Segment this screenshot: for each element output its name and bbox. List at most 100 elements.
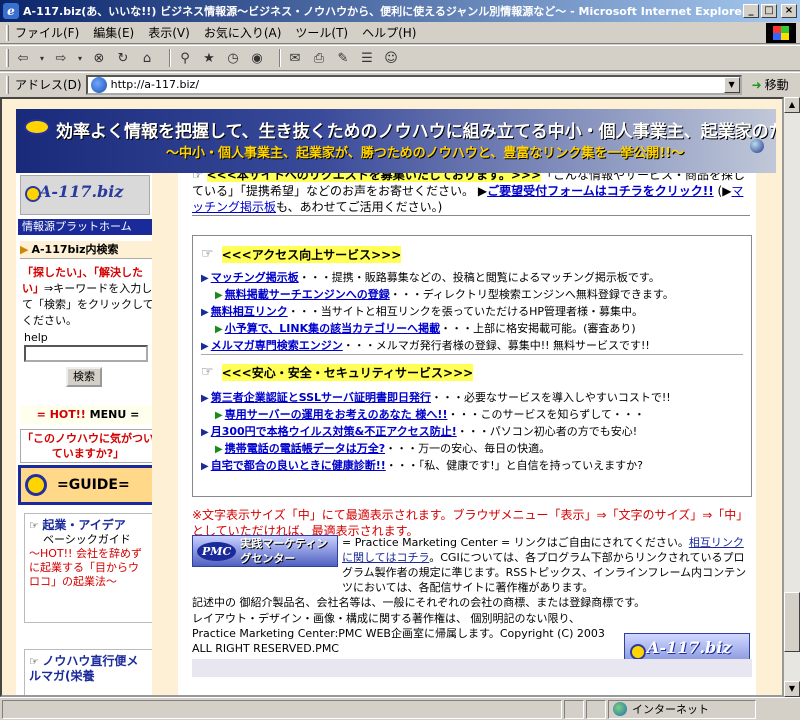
main-content: ☞ <<<本サイトへのリクエストを募集いたしております。>>>「こんな情報やサー…	[178, 173, 756, 695]
arrow-icon: ▶	[201, 393, 209, 404]
divider	[192, 215, 750, 217]
chevron-down-icon[interactable]: ▼	[723, 76, 740, 93]
arrow-icon: ▶	[201, 341, 209, 352]
trademark-note: 記述中の 御紹介製品名、会社名等は、一般にそれぞれの会社の商標、または登録商標で…	[192, 596, 646, 609]
menu-view[interactable]: 表示(V)	[148, 24, 190, 41]
request-form-link[interactable]: ご要望受付フォームはコチラをクリック!!	[487, 184, 714, 198]
search-button[interactable]: 検索	[66, 367, 102, 387]
toolbar-grip[interactable]	[6, 75, 9, 94]
knowhow-link[interactable]: ノウハウ直行便メルマガ(栄養	[29, 654, 138, 683]
security-zone: インターネット	[608, 699, 756, 719]
back-icon[interactable]: ⇦	[15, 51, 31, 66]
idea-guide-link[interactable]: 起業・アイデア	[42, 518, 125, 532]
arrow-icon: ▶	[201, 307, 209, 318]
security-services-heading: ☞ <<<安心・安全・セキュリティサービス>>>	[201, 363, 474, 381]
window-title: A-117.biz(あ、いいな!!) ビジネス情報源〜ビジネス・ノウハウから、便…	[23, 5, 743, 18]
scroll-down-icon[interactable]: ▼	[784, 681, 800, 697]
arrow-icon: ▶	[215, 324, 223, 335]
favorites-icon[interactable]: ★	[201, 51, 217, 66]
status-bar: インターネット	[0, 697, 800, 720]
services-box: ☞ <<<アクセス向上サービス>>> ▶ マッチング掲示板・・・提携・販路募集などの…	[192, 235, 752, 497]
arrow-icon: ▶	[201, 461, 209, 472]
help-label: help	[24, 331, 48, 344]
list-item: ▶ 月300円で本格ウイルス対策&不正アクセス防止!・・・パソコン初心者の方でも安…	[201, 425, 638, 438]
logo-icon	[24, 119, 50, 135]
status-text-cell	[2, 699, 562, 719]
address-url[interactable]: http://a-117.biz/	[111, 78, 199, 91]
vertical-scrollbar[interactable]: ▲ ▼	[784, 97, 800, 697]
maximize-button[interactable]: □	[761, 4, 777, 18]
mail-icon[interactable]: ✉	[287, 51, 303, 66]
ie-logo-icon: e	[3, 3, 19, 19]
menu-edit[interactable]: 編集(E)	[93, 24, 134, 41]
banner-slogan: 効率よく情報を把握して、生き抜くためのノウハウに組み立てる中小・個人事業主、起業…	[56, 122, 776, 142]
list-item: ▶ 専用サーバーの運用をお考えのあなた 様へ!!・・・このサービスを知らずして・・…	[215, 408, 645, 421]
list-item: ▶ 無料掲載サーチエンジンへの登録・・・ディレクトリ型検索エンジンへ無料登録できま…	[215, 288, 674, 301]
forward-icon[interactable]: ⇨	[53, 51, 69, 66]
toolbar-grip[interactable]	[6, 24, 9, 41]
hand-icon: ☞	[201, 246, 214, 262]
standard-toolbar: ⇦ ▾ ⇨ ▾ ⊗ ↻ ⌂ ⚲ ★ ◷ ◉ ✉ ⎙ ✎ ☰ ☺	[0, 45, 800, 71]
list-item: ▶ 自宅で都合の良いときに健康診断!!・・・「私、健康です!」と自信を持っていえま…	[201, 459, 643, 472]
go-button[interactable]: ➜ 移動	[752, 76, 789, 93]
list-item: ▶ マッチング掲示板・・・提携・販路募集などの、投稿と閲覧によるマッチング掲示板で…	[201, 271, 660, 284]
search-input[interactable]	[24, 345, 148, 362]
arrow-icon: ▶	[201, 273, 209, 284]
scroll-thumb[interactable]	[784, 592, 800, 652]
search-icon[interactable]: ⚲	[177, 51, 193, 66]
left-sidebar: A-117.biz 情報源プラットホーム ▶ A-117biz内検索 「探したい」…	[16, 173, 160, 695]
site-logo[interactable]: A-117.biz	[20, 175, 150, 215]
menu-favorites[interactable]: お気に入り(A)	[204, 24, 282, 41]
idea-guide-box: ☞ 起業・アイデア ベーシックガイド 〜HOT!! 会社を辞めずに起業する「目か…	[24, 513, 152, 623]
site-banner: 効率よく情報を把握して、生き抜くためのノウハウに組み立てる中小・個人事業主、起業…	[16, 109, 776, 173]
media-icon[interactable]: ◉	[249, 51, 265, 66]
address-bar: アドレス(D) http://a-117.biz/ ▼ ➜ 移動	[0, 72, 800, 96]
status-cell	[564, 699, 584, 719]
access-services-list: ▶ マッチング掲示板・・・提携・販路募集などの、投稿と閲覧によるマッチング掲示板で…	[201, 270, 749, 355]
request-note: ☞ <<<本サイトへのリクエストを募集いたしております。>>>「こんな情報やサー…	[192, 173, 752, 215]
dropdown-icon[interactable]: ▾	[77, 54, 83, 63]
discuss-icon[interactable]: ☰	[359, 51, 375, 66]
divider	[201, 354, 743, 356]
scroll-up-icon[interactable]: ▲	[784, 97, 800, 113]
dropdown-icon[interactable]: ▾	[39, 54, 45, 63]
banner-subslogan: 〜中小・個人事業主、起業家が、勝つためのノウハウと、豊富なリンク集を一挙公開!!…	[166, 146, 685, 161]
messenger-icon[interactable]: ☺	[383, 51, 399, 66]
home-icon[interactable]: ⌂	[139, 51, 155, 66]
hand-icon: ☞	[29, 519, 39, 532]
toolbar-grip[interactable]	[6, 49, 9, 67]
history-icon[interactable]: ◷	[225, 51, 241, 66]
knowhow-box: ☞ ノウハウ直行便メルマガ(栄養	[24, 649, 152, 695]
list-item: ▶ 携帯電話の電話帳データは万全?・・・万一の安心、毎日の快適。	[215, 442, 551, 455]
address-label: アドレス(D)	[15, 78, 82, 92]
address-input[interactable]: http://a-117.biz/ ▼	[85, 74, 742, 95]
list-item: ▶ メルマガ専門検索エンジン・・・メルマガ発行者様の登録、募集中!! 無料サービス…	[201, 339, 650, 352]
menu-tools[interactable]: ツール(T)	[295, 24, 348, 41]
stop-icon[interactable]: ⊗	[91, 51, 107, 66]
page-icon	[90, 76, 107, 93]
pmc-logo[interactable]: PMC 実践マーケティングセンター	[192, 535, 338, 567]
search-instructions: 「探したい」、「解決したい」⇒キーワードを入力して「検索」をクリックしてください…	[22, 266, 154, 327]
menu-help[interactable]: ヘルプ(H)	[362, 24, 416, 41]
edit-icon[interactable]: ✎	[335, 51, 351, 66]
copyright-note: レイアウト・デザイン・画像・構成に関する著作権は、 個別明記のない限り、Prac…	[192, 612, 605, 655]
list-item: ▶ 無料相互リンク・・・当サイトと相互リンクを張っていただけるHP管理者様・募集中…	[201, 305, 644, 318]
go-label: 移動	[764, 78, 789, 92]
close-button[interactable]: ×	[781, 4, 797, 18]
access-services-heading: ☞ <<<アクセス向上サービス>>>	[201, 245, 402, 263]
guide-banner[interactable]: =GUIDE=	[18, 465, 152, 505]
notice-box[interactable]: 「このノウハウに気がついていますか?」	[20, 429, 152, 463]
idea-hot-link[interactable]: 〜HOT!! 会社を辞めずに起業する「目からウロコ」の起業法〜	[29, 547, 149, 589]
arrow-icon: ▶	[477, 184, 488, 198]
toolbar-separator	[169, 49, 171, 67]
toolbar-separator	[279, 49, 281, 67]
print-icon[interactable]: ⎙	[311, 51, 327, 66]
logo-icon	[630, 644, 646, 660]
logo-icon	[25, 474, 47, 496]
minimize-button[interactable]: _	[743, 4, 759, 18]
sphere-icon	[750, 139, 764, 153]
menu-file[interactable]: ファイル(F)	[15, 24, 79, 41]
status-cell	[586, 699, 606, 719]
refresh-icon[interactable]: ↻	[115, 51, 131, 66]
arrow-icon: ▶	[215, 290, 223, 301]
